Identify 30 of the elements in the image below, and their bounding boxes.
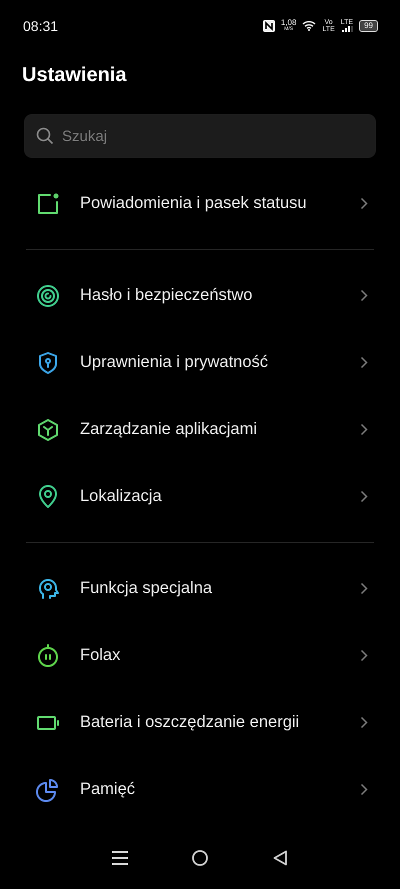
settings-item[interactable]: Pamięć [0,756,400,824]
settings-item[interactable]: Funkcja specjalna [0,555,400,622]
settings-item[interactable]: Bateria i oszczędzanie energii [0,689,400,756]
page-title: Ustawienia [22,63,128,88]
settings-item[interactable]: Uprawnienia i prywatność [0,329,400,396]
chevron-icon [360,197,368,210]
chevron-icon [360,649,368,662]
search-icon [36,127,54,146]
chevron-icon [360,356,368,370]
status-time: 08:31 [23,18,58,34]
nfc-icon [262,20,275,32]
chevron-icon [360,289,368,302]
chevron-icon [360,783,368,796]
settings-item[interactable]: Powiadomienia i pasek statusu [0,170,400,238]
settings-item[interactable]: Hasło i bezpieczeństwo [0,262,400,330]
wifi-icon [302,20,316,32]
chevron-icon [360,490,368,504]
settings-item[interactable]: Lokalizacja [0,463,400,530]
search-field[interactable]: Szukaj [24,114,376,158]
settings-item[interactable]: Zarządzanie aplikacjami [0,396,400,464]
network-speed: 1,08 [280,19,296,28]
chevron-icon [360,582,368,596]
chevron-icon [360,423,368,436]
back-icon[interactable] [272,850,288,866]
signal-icon [340,26,353,32]
home-icon[interactable] [192,850,208,866]
battery-indicator: 99 [359,20,378,32]
chevron-icon [360,716,368,730]
menu-icon[interactable] [112,851,128,866]
settings-item[interactable]: Folax [0,622,400,690]
